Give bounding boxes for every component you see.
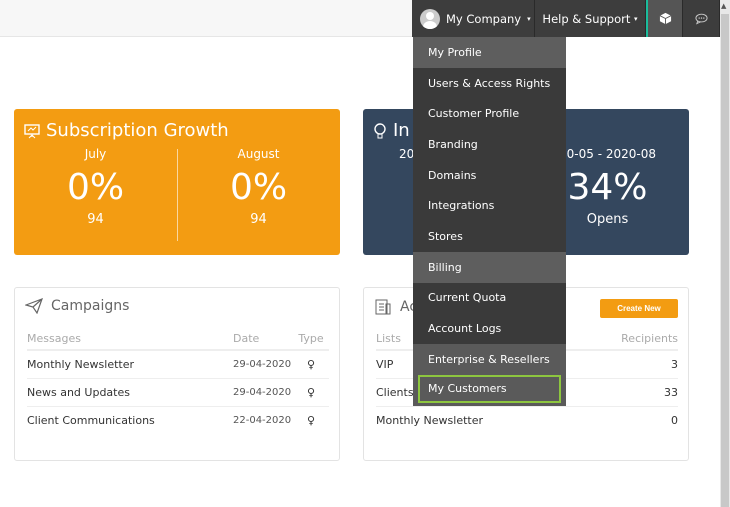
- page-header: [0, 0, 412, 37]
- menu-item-customer-profile[interactable]: Customer Profile: [413, 98, 566, 129]
- recipient-count: 33: [573, 378, 678, 407]
- address-book-icon: [375, 299, 391, 315]
- caret-down-icon: ▾: [634, 14, 638, 23]
- menu-item-users-access-rights[interactable]: Users & Access Rights: [413, 68, 566, 99]
- avatar: [420, 8, 440, 29]
- chat-button[interactable]: [683, 0, 720, 37]
- presentation-icon: [24, 123, 40, 138]
- paper-plane-icon: [25, 298, 43, 314]
- help-support-menu[interactable]: Help & Support ▾: [535, 0, 646, 37]
- help-label: Help & Support: [542, 11, 631, 26]
- campaign-date: 22-04-2020: [233, 414, 292, 426]
- table-row[interactable]: Monthly Newsletter 29-04-2020 ♀: [27, 350, 329, 379]
- campaigns-table: Messages Date Type Monthly Newsletter 29-04…: [27, 328, 329, 434]
- company-label: My Company: [446, 11, 522, 26]
- subscription-growth-card: Subscription Growth July 0% 94 August 0% 94: [14, 109, 340, 255]
- menu-item-account-logs[interactable]: Account Logs: [413, 313, 566, 344]
- scroll-up-icon[interactable]: ▲: [721, 2, 726, 10]
- campaign-date: 29-04-2020: [233, 378, 293, 407]
- column-header: Type: [293, 328, 329, 351]
- company-dropdown-menu: My Profile Users & Access Rights Custome…: [413, 37, 566, 406]
- table-row[interactable]: News and Updates 29-04-2020 ♀: [27, 378, 329, 407]
- gauge-icon: [374, 122, 386, 138]
- menu-item-enterprise-resellers[interactable]: Enterprise & Resellers: [413, 344, 566, 375]
- create-new-button[interactable]: Create New: [600, 299, 678, 318]
- column-header: Recipients: [573, 328, 678, 351]
- scrollbar-thumb[interactable]: [721, 14, 729, 507]
- card-title: Subscription Growth: [46, 120, 229, 141]
- column-header: Date: [233, 328, 293, 351]
- caret-down-icon: ▾: [527, 14, 531, 23]
- menu-item-billing[interactable]: Billing: [413, 251, 566, 283]
- menu-item-stores[interactable]: Stores: [413, 221, 566, 252]
- lightbulb-icon: ♀: [293, 378, 329, 407]
- count-value: 94: [87, 212, 104, 227]
- campaigns-panel: Campaigns Messages Date Type Monthly Newsl…: [14, 287, 340, 461]
- lightbulb-icon: ♀: [293, 350, 329, 379]
- menu-item-branding[interactable]: Branding: [413, 129, 566, 160]
- table-row[interactable]: Monthly Newsletter 0: [376, 406, 678, 434]
- growth-value: 0%: [229, 167, 288, 208]
- recipient-count: 0: [671, 413, 678, 427]
- card-title: In: [393, 120, 410, 141]
- cube-icon: [659, 12, 671, 25]
- campaign-name[interactable]: Client Communications: [27, 406, 233, 434]
- menu-item-current-quota[interactable]: Current Quota: [413, 283, 566, 314]
- my-company-menu[interactable]: My Company ▾: [412, 0, 535, 37]
- campaign-name[interactable]: News and Updates: [27, 378, 233, 407]
- chat-icon: [694, 13, 708, 25]
- period-label: August: [237, 147, 280, 161]
- growth-value: 0%: [66, 167, 125, 208]
- list-name[interactable]: Monthly Newsletter: [376, 406, 573, 434]
- panel-title: Campaigns: [51, 298, 130, 314]
- campaign-date: 29-04-2020: [233, 350, 293, 379]
- menu-item-my-profile[interactable]: My Profile: [413, 37, 566, 68]
- count-value: 94: [250, 212, 267, 227]
- menu-item-my-customers[interactable]: My Customers: [418, 374, 561, 403]
- scrollbar[interactable]: ▲: [720, 0, 730, 507]
- lightbulb-icon: ♀: [306, 413, 316, 427]
- menu-item-integrations[interactable]: Integrations: [413, 190, 566, 221]
- period-label: July: [84, 147, 107, 161]
- campaign-name[interactable]: Monthly Newsletter: [27, 350, 233, 379]
- table-row[interactable]: Client Communications 22-04-2020 ♀: [27, 406, 329, 434]
- top-nav: My Company ▾ Help & Support ▾: [412, 0, 720, 37]
- recipient-count: 3: [573, 350, 678, 379]
- column-header: Messages: [27, 328, 233, 351]
- menu-item-domains[interactable]: Domains: [413, 160, 566, 191]
- cube-button[interactable]: [646, 0, 683, 37]
